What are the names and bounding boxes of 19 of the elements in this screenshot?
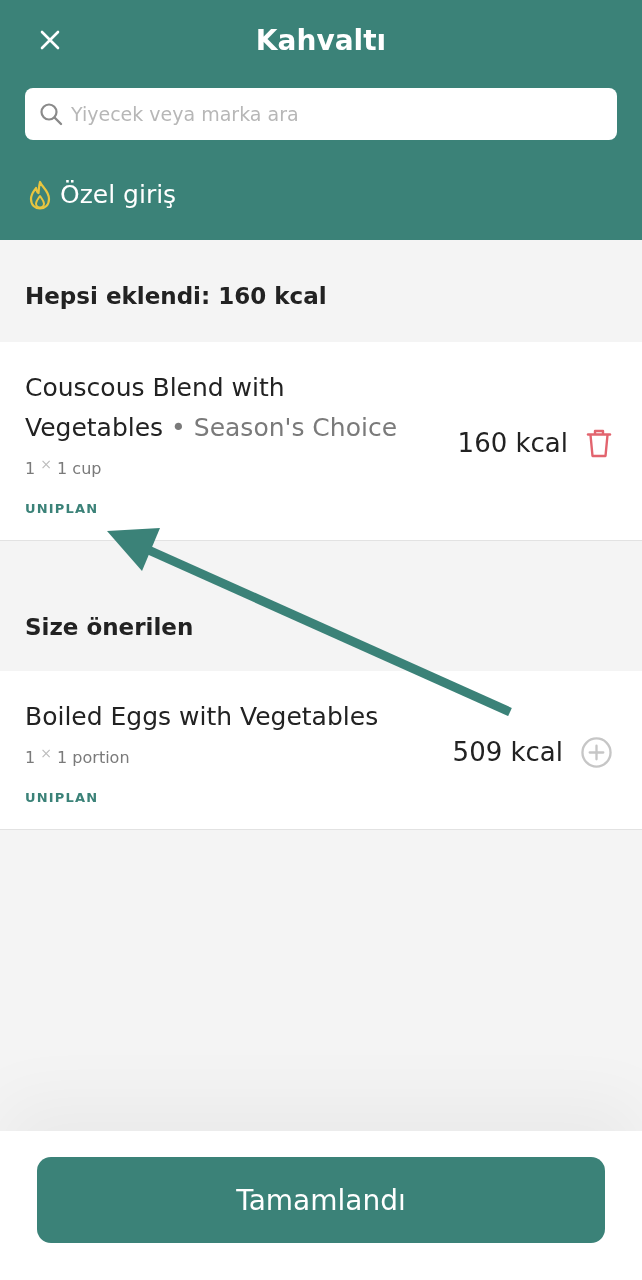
serving-size: 1 $^{×}$ 1 cup <box>25 458 103 480</box>
search-field[interactable]: Yiyecek veya marka ara <box>25 88 617 140</box>
food-card[interactable]: Boiled Eggs with Vegetables 1 $^{×}$ 1 portion UNIPLAN 509 kcal <box>0 671 642 830</box>
plan-tag: UNIPLAN <box>25 500 415 518</box>
custom-entry-button[interactable]: Özel giriş <box>25 179 177 211</box>
trash-icon[interactable] <box>586 428 612 458</box>
calories: 509 kcal <box>452 737 563 767</box>
food-name: Boiled Eggs with Vegetables <box>25 701 380 733</box>
screen-title: Kahvaltı <box>255 23 387 57</box>
serving-size: 1 $^{×}$ 1 portion <box>25 747 131 769</box>
flame-icon <box>29 180 51 210</box>
food-card[interactable]: Couscous Blend with Vegetables • Season's Choice 1 $^{×}$ 1 cup UNIPLAN 160 kcal <box>0 342 642 541</box>
calories: 160 kcal <box>457 428 568 458</box>
search-icon <box>39 102 63 126</box>
food-name: Couscous Blend with Vegetables • Season's Choice <box>25 372 399 444</box>
plan-tag: UNIPLAN <box>25 789 415 807</box>
close-icon[interactable] <box>40 30 60 50</box>
done-button[interactable]: Tamamlandı <box>37 1157 605 1243</box>
add-icon[interactable] <box>581 736 612 768</box>
